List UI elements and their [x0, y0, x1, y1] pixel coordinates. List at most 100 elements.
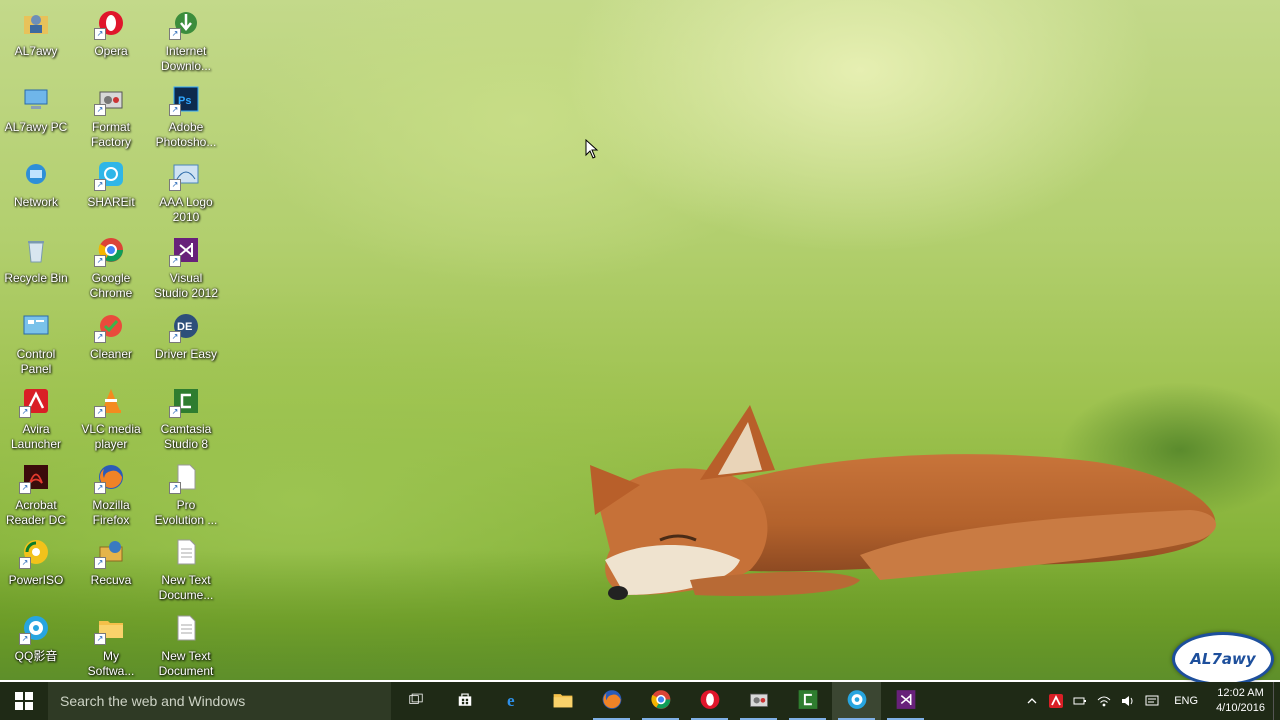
taskbar-edge-button[interactable]: e: [489, 682, 538, 720]
desktop-icon[interactable]: Network: [0, 155, 72, 227]
text-document-icon: [169, 611, 203, 645]
desktop-icon-grid: AL7awy ↗ Opera ↗ Internet Downlo... AL7awy PC…: [0, 0, 230, 680]
driver-easy-icon: DE ↗: [169, 309, 203, 343]
network-icon: [19, 157, 53, 191]
desktop-icon-label: New Text Document: [158, 649, 214, 678]
desktop-icon-label: Opera: [94, 44, 128, 58]
shortcut-arrow-icon: ↗: [169, 482, 181, 494]
desktop-icon[interactable]: ↗ Cleaner: [75, 307, 147, 379]
desktop-icon-label: Google Chrome: [89, 271, 133, 300]
volume-icon[interactable]: [1116, 682, 1140, 720]
desktop-icon[interactable]: ↗ Format Factory: [75, 80, 147, 152]
user-folder-icon: [19, 6, 53, 40]
channel-watermark-logo: AL7awy: [1172, 632, 1274, 686]
cleaner-icon: ↗: [94, 309, 128, 343]
folder-icon: [551, 687, 574, 714]
desktop-icon[interactable]: ↗ Camtasia Studio 8: [150, 382, 222, 454]
desktop-icon-label: Driver Easy: [154, 347, 217, 361]
shortcut-arrow-icon: ↗: [19, 406, 31, 418]
start-button[interactable]: [0, 682, 48, 720]
desktop-icon-label: Avira Launcher: [10, 422, 62, 451]
desktop-icon-label: Control Panel: [16, 347, 56, 376]
desktop-icon[interactable]: Ps ↗ Adobe Photosho...: [150, 80, 222, 152]
visual-studio-icon: [894, 687, 917, 714]
search-box[interactable]: Search the web and Windows: [48, 682, 391, 720]
desktop-icon[interactable]: ↗ SHAREit: [75, 155, 147, 227]
chrome-icon: [649, 687, 672, 714]
desktop-icon[interactable]: New Text Document: [150, 609, 222, 681]
desktop-icon[interactable]: ↗ Opera: [75, 4, 147, 76]
show-desktop-button[interactable]: [1273, 682, 1280, 720]
desktop-icon[interactable]: ↗ Avira Launcher: [0, 382, 72, 454]
mouse-cursor-icon: [585, 138, 599, 159]
document-icon: ↗: [169, 460, 203, 494]
desktop-icon-label: Recycle Bin: [4, 271, 68, 285]
idm-icon: ↗: [169, 6, 203, 40]
desktop-icon[interactable]: ↗ QQ影音: [0, 609, 72, 681]
recycle-bin-icon: [19, 233, 53, 267]
desktop-icon[interactable]: ↗ Internet Downlo...: [150, 4, 222, 76]
taskbar-visual-studio-button[interactable]: [881, 682, 930, 720]
desktop-icon-label: Cleaner: [89, 347, 133, 361]
desktop-icon[interactable]: ↗ Mozilla Firefox: [75, 458, 147, 530]
desktop-icon-label: Network: [13, 195, 58, 209]
desktop-icon[interactable]: New Text Docume...: [150, 533, 222, 605]
store-icon: [457, 692, 473, 710]
format-factory-icon: [747, 687, 770, 714]
action-center-icon[interactable]: [1140, 682, 1164, 720]
desktop-icon[interactable]: ↗ Google Chrome: [75, 231, 147, 303]
folder-icon: ↗: [94, 611, 128, 645]
taskbar-file-explorer-button[interactable]: [538, 682, 587, 720]
taskbar-firefox-button[interactable]: [587, 682, 636, 720]
poweriso-icon: ↗: [19, 535, 53, 569]
desktop-icon[interactable]: ↗ Acrobat Reader DC: [0, 458, 72, 530]
shortcut-arrow-icon: ↗: [19, 482, 31, 494]
shortcut-arrow-icon: ↗: [94, 28, 106, 40]
taskbar-store-button[interactable]: [440, 682, 489, 720]
desktop-icon[interactable]: AL7awy: [0, 4, 72, 76]
taskbar-opera-button[interactable]: [685, 682, 734, 720]
desktop-icon[interactable]: AL7awy PC: [0, 80, 72, 152]
desktop-icon[interactable]: ↗ VLC media player: [75, 382, 147, 454]
shortcut-arrow-icon: ↗: [169, 179, 181, 191]
battery-plug-icon[interactable]: [1068, 682, 1092, 720]
camtasia-icon: ↗: [169, 384, 203, 418]
desktop-icon-label: Pro Evolution ...: [154, 498, 218, 527]
taskbar-task-view-button[interactable]: [391, 682, 440, 720]
desktop-icon[interactable]: Control Panel: [0, 307, 72, 379]
chrome-icon: ↗: [94, 233, 128, 267]
wifi-icon[interactable]: [1092, 682, 1116, 720]
system-clock[interactable]: 12:02 AM 4/10/2016: [1208, 686, 1273, 716]
shareit-icon: ↗: [94, 157, 128, 191]
shortcut-arrow-icon: ↗: [94, 104, 106, 116]
taskbar-pinned-apps: e: [391, 682, 930, 720]
shortcut-arrow-icon: ↗: [94, 557, 106, 569]
watermark-text: AL7awy: [1190, 650, 1256, 668]
shortcut-arrow-icon: ↗: [94, 406, 106, 418]
desktop-icon[interactable]: DE ↗ Driver Easy: [150, 307, 222, 379]
avira-tray-icon[interactable]: [1044, 682, 1068, 720]
qq-player-icon: [845, 687, 868, 714]
desktop-icon[interactable]: Recycle Bin: [0, 231, 72, 303]
taskbar-format-factory-button[interactable]: [734, 682, 783, 720]
camtasia-icon: [796, 687, 819, 714]
input-language-indicator[interactable]: ENG: [1164, 695, 1208, 707]
taskbar-camtasia-button[interactable]: [783, 682, 832, 720]
show-hidden-icons-chevron-icon[interactable]: [1020, 682, 1044, 720]
desktop-icon[interactable]: ↗ My Softwa...: [75, 609, 147, 681]
computer-icon: [19, 82, 53, 116]
photoshop-icon: Ps ↗: [169, 82, 203, 116]
shortcut-arrow-icon: ↗: [94, 331, 106, 343]
desktop-icon[interactable]: ↗ Visual Studio 2012: [150, 231, 222, 303]
avira-icon: ↗: [19, 384, 53, 418]
desktop-icon[interactable]: ↗ Recuva: [75, 533, 147, 605]
desktop-icon-label: SHAREit: [87, 195, 135, 209]
taskbar-qq-player-button[interactable]: [832, 682, 881, 720]
taskbar-chrome-button[interactable]: [636, 682, 685, 720]
desktop-icon[interactable]: ↗ AAA Logo 2010: [150, 155, 222, 227]
search-placeholder: Search the web and Windows: [60, 693, 246, 709]
desktop-icon[interactable]: ↗ PowerISO: [0, 533, 72, 605]
desktop-icon[interactable]: ↗ Pro Evolution ...: [150, 458, 222, 530]
desktop-icon-label: AL7awy: [14, 44, 58, 58]
visual-studio-icon: ↗: [169, 233, 203, 267]
